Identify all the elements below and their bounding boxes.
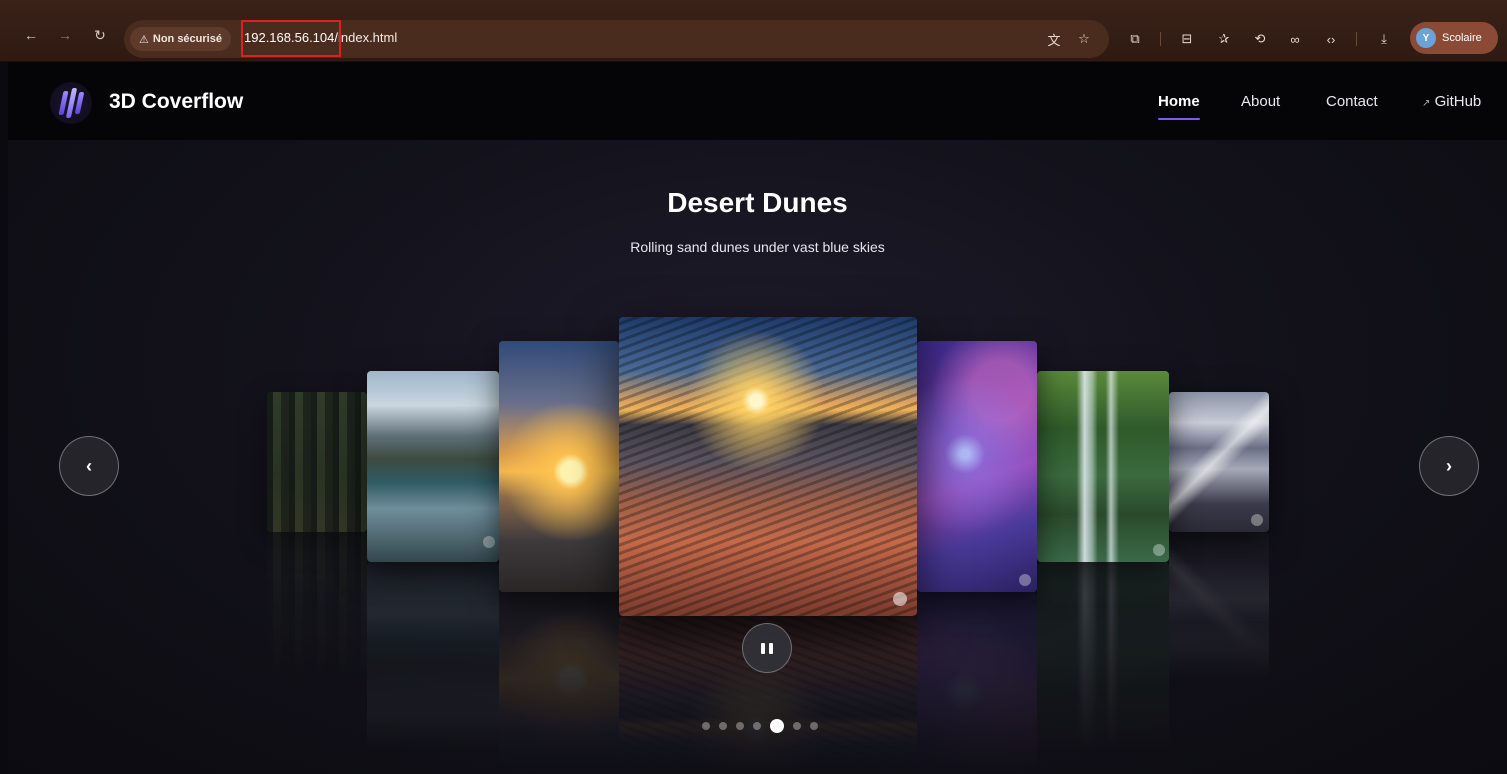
card-snowy-mountain[interactable]	[1169, 392, 1269, 532]
card-image	[619, 317, 917, 616]
security-indicator[interactable]: ⚠ Non sécurisé	[130, 27, 231, 51]
history-icon[interactable]: ⟲	[1249, 28, 1271, 50]
toolbar-divider	[1160, 32, 1161, 46]
url-host: 192.168.56.104/	[244, 30, 338, 45]
nav-about[interactable]: About	[1241, 93, 1280, 110]
site-header: 3D Coverflow Home About Contact ↗ GitHub	[8, 62, 1507, 140]
link-icon[interactable]: ∞	[1284, 28, 1306, 50]
nav-active-indicator	[1158, 118, 1200, 120]
zoom-icon[interactable]	[483, 536, 495, 548]
translate-icon[interactable]: 文	[1044, 29, 1064, 49]
pause-icon	[769, 642, 773, 654]
pagination-dot[interactable]	[702, 722, 710, 730]
pause-icon	[761, 642, 765, 654]
profile-label: Scolaire	[1442, 32, 1482, 44]
card-image	[1037, 371, 1169, 562]
zoom-icon[interactable]	[893, 592, 907, 606]
security-label: Non sécurisé	[152, 33, 222, 45]
card-forest[interactable]	[267, 392, 367, 532]
star-icon[interactable]: ☆	[1074, 29, 1094, 49]
arrow-left-icon[interactable]: ←	[20, 24, 42, 46]
card-reflection	[1169, 532, 1269, 682]
nav-contact[interactable]: Contact	[1326, 93, 1378, 110]
arrow-right-icon[interactable]: →	[54, 24, 76, 46]
card-galaxy[interactable]	[917, 341, 1037, 592]
download-icon[interactable]: ⤓	[1373, 28, 1395, 50]
pause-button[interactable]	[742, 623, 792, 673]
card-image	[917, 341, 1037, 592]
puzzle-icon[interactable]: ⧉	[1124, 28, 1146, 50]
card-waterfall[interactable]	[1037, 371, 1169, 562]
logo-icon[interactable]	[50, 82, 92, 124]
card-mountain-lake[interactable]	[367, 371, 499, 562]
url-path: index.html	[337, 30, 398, 45]
card-image	[499, 341, 619, 592]
nav-github-label: GitHub	[1434, 93, 1482, 110]
card-ocean-sunset[interactable]	[499, 341, 619, 592]
slide-subtitle: Rolling sand dunes under vast blue skies	[630, 239, 885, 255]
card-reflection	[499, 592, 619, 774]
card-reflection	[367, 562, 499, 752]
external-link-icon: ↗	[1422, 98, 1431, 109]
reload-icon[interactable]: ↻	[89, 24, 111, 46]
card-desert-dunes[interactable]	[619, 317, 917, 616]
slide-title: Desert Dunes	[667, 187, 848, 218]
toolbar-divider	[1356, 32, 1357, 46]
nav-home[interactable]: Home	[1158, 93, 1200, 110]
prev-slide-button[interactable]: ‹	[59, 436, 119, 496]
pagination-dot[interactable]	[793, 722, 801, 730]
profile-button[interactable]: Y Scolaire	[1410, 22, 1498, 54]
site-title[interactable]: 3D Coverflow	[109, 90, 243, 114]
card-reflection	[917, 592, 1037, 774]
card-reflection	[1037, 562, 1169, 752]
favorites-icon[interactable]: ✰	[1213, 28, 1235, 50]
card-image	[267, 392, 367, 532]
pagination-dot[interactable]	[810, 722, 818, 730]
sidebar-icon[interactable]: ⊟	[1176, 28, 1198, 50]
warning-icon: ⚠	[139, 33, 149, 46]
code-icon[interactable]: ‹›	[1320, 28, 1342, 50]
browser-toolbar: ← → ↻ ⚠ Non sécurisé 192.168.56.104/inde…	[0, 0, 1507, 62]
coverflow-stage: Desert Dunes Rolling sand dunes under va…	[8, 140, 1507, 774]
pagination-dot[interactable]	[736, 722, 744, 730]
pagination-dots	[702, 718, 818, 734]
zoom-icon[interactable]	[1019, 574, 1031, 586]
pagination-dot[interactable]	[770, 719, 784, 733]
card-reflection	[267, 532, 367, 682]
avatar: Y	[1416, 28, 1436, 48]
card-image	[367, 371, 499, 562]
zoom-icon[interactable]	[1153, 544, 1165, 556]
address-bar[interactable]: ⚠ Non sécurisé 192.168.56.104/index.html…	[124, 20, 1109, 58]
zoom-icon[interactable]	[1251, 514, 1263, 526]
nav-github[interactable]: ↗ GitHub	[1422, 93, 1481, 110]
card-image	[1169, 392, 1269, 532]
next-slide-button[interactable]: ›	[1419, 436, 1479, 496]
url-text[interactable]: 192.168.56.104/index.html	[244, 30, 397, 45]
pagination-dot[interactable]	[753, 722, 761, 730]
pagination-dot[interactable]	[719, 722, 727, 730]
